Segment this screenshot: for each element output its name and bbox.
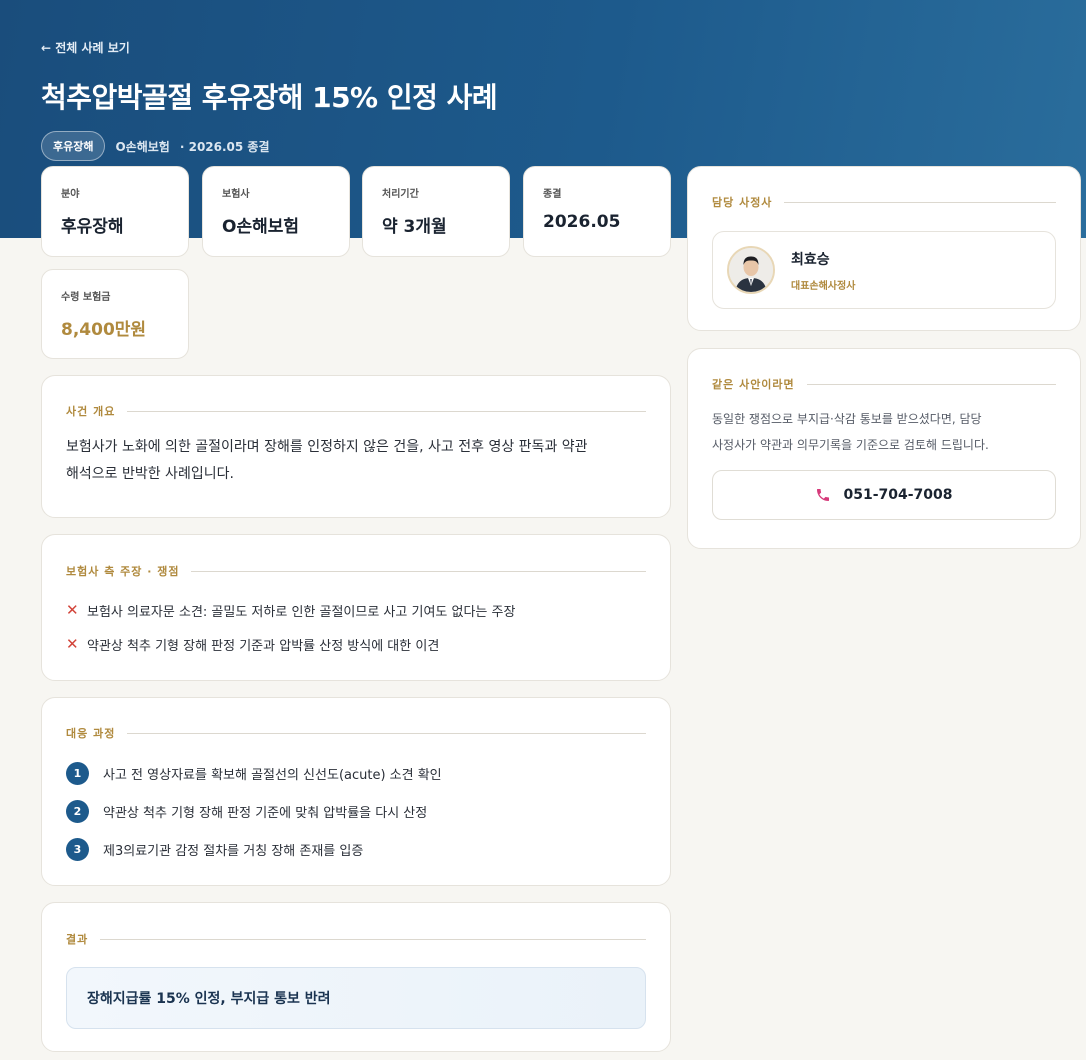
stat-label: 분야 — [61, 189, 80, 200]
contact-card: 같은 사안이라면 동일한 쟁점으로 부지급·삭감 통보를 받으셨다면, 담당 사… — [687, 348, 1081, 549]
claims-list: ✕ 보험사 의료자문 소견: 골밀도 저하로 인한 골절이므로 사고 기여도 없… — [66, 593, 646, 661]
person-icon — [729, 248, 773, 292]
phone-call-button[interactable]: 051-704-7008 — [712, 470, 1056, 520]
section-heading: 사건 개요 — [66, 403, 646, 419]
step-text: 약관상 척추 기형 장해 판정 기준에 맞춰 압박률을 다시 산정 — [103, 805, 428, 821]
stat-value: 약 3개월 — [382, 217, 447, 237]
section-divider — [127, 410, 646, 412]
claim-text: 보험사 의료자문 소견: 골밀도 저하로 인한 골절이므로 사고 기여도 없다는… — [87, 604, 516, 620]
section-label: 결과 — [66, 933, 89, 946]
category-badge: 후유장해 — [41, 131, 106, 161]
section-divider — [784, 201, 1056, 203]
insurer-claims-card: 보험사 측 주장 · 쟁점 ✕ 보험사 의료자문 소견: 골밀도 저하로 인한 … — [41, 534, 671, 681]
section-heading: 담당 사정사 — [712, 194, 1056, 210]
result-card: 결과 장해지급률 15% 인정, 부지급 통보 반려 — [41, 902, 671, 1052]
agent-name: 최효승 — [791, 251, 830, 268]
section-divider — [191, 570, 646, 572]
agent-card: 담당 사정사 최효승 대표손해사정사 — [687, 166, 1081, 331]
insurer-meta: O손해보험 — [115, 139, 170, 154]
overview-line: 해석으로 반박한 사례입니다. — [66, 466, 234, 482]
step-text: 사고 전 영상자료를 확보해 골절선의 신선도(acute) 소견 확인 — [103, 767, 442, 783]
stat-value: 8,400만원 — [61, 320, 147, 340]
section-heading: 대응 과정 — [66, 725, 646, 741]
back-to-cases-link[interactable]: ← 전체 사례 보기 — [41, 39, 130, 56]
contact-desc-line: 동일한 쟁점으로 부지급·삭감 통보를 받으셨다면, 담당 — [712, 412, 982, 426]
contact-description: 동일한 쟁점으로 부지급·삭감 통보를 받으셨다면, 담당 사정사가 약관과 의… — [712, 406, 1056, 458]
phone-number: 051-704-7008 — [843, 487, 953, 503]
section-heading: 결과 — [66, 931, 646, 947]
meta-row: 후유장해 O손해보험 · 2026.05 종결 — [41, 131, 270, 161]
section-heading: 같은 사안이라면 — [712, 376, 1056, 392]
section-heading: 보험사 측 주장 · 쟁점 — [66, 563, 646, 579]
stat-value: 2026.05 — [543, 212, 621, 232]
list-item: ✕ 보험사 의료자문 소견: 골밀도 저하로 인한 골절이므로 사고 기여도 없… — [66, 593, 646, 627]
stat-label: 보험사 — [222, 189, 250, 200]
contact-desc-line: 사정사가 약관과 의무기록을 기준으로 검토해 드립니다. — [712, 438, 989, 452]
section-divider — [100, 938, 646, 940]
stat-card-field: 분야 후유장해 — [41, 166, 189, 257]
phone-icon — [817, 489, 830, 501]
result-box: 장해지급률 15% 인정, 부지급 통보 반려 — [66, 967, 646, 1029]
stat-card-payout: 수령 보험금 8,400만원 — [41, 269, 189, 359]
stat-value: 후유장해 — [61, 217, 124, 237]
stat-label: 수령 보험금 — [61, 292, 111, 303]
step-text: 제3의료기관 감정 절차를 거칭 장해 존재를 입증 — [103, 843, 364, 859]
stat-card-closed: 종결 2026.05 — [523, 166, 671, 257]
x-icon: ✕ — [66, 635, 79, 653]
agent-info: 최효승 대표손해사정사 — [791, 249, 855, 292]
process-step: 3 제3의료기관 감정 절차를 거칭 장해 존재를 입증 — [66, 830, 646, 868]
process-card: 대응 과정 1 사고 전 영상자료를 확보해 골절선의 신선도(acute) 소… — [41, 697, 671, 886]
overview-text: 보험사가 노화에 의한 골절이라며 장해를 인정하지 않은 건을, 사고 전후 … — [66, 434, 646, 488]
process-step: 1 사고 전 영상자료를 확보해 골절선의 신선도(acute) 소견 확인 — [66, 754, 646, 792]
section-label: 같은 사안이라면 — [712, 378, 795, 391]
section-label: 보험사 측 주장 · 쟁점 — [66, 565, 180, 578]
list-item: ✕ 약관상 척추 기형 장해 판정 기준과 압박률 산정 방식에 대한 이견 — [66, 627, 646, 661]
section-label: 담당 사정사 — [712, 196, 773, 209]
process-step: 2 약관상 척추 기형 장해 판정 기준에 맞춰 압박률을 다시 산정 — [66, 792, 646, 830]
agent-role: 대표손해사정사 — [791, 280, 856, 292]
overview-line: 보험사가 노화에 의한 골절이라며 장해를 인정하지 않은 건을, 사고 전후 … — [66, 439, 588, 455]
stat-value: O손해보험 — [222, 217, 300, 237]
closed-meta: · 2026.05 종결 — [179, 139, 270, 154]
step-number: 3 — [66, 837, 89, 861]
step-number: 1 — [66, 761, 89, 785]
section-divider — [806, 383, 1056, 385]
section-label: 대응 과정 — [66, 727, 116, 740]
stat-card-duration: 처리기간 약 3개월 — [362, 166, 510, 257]
claim-text: 약관상 척추 기형 장해 판정 기준과 압박률 산정 방식에 대한 이견 — [87, 638, 440, 654]
step-number: 2 — [66, 799, 89, 823]
page-title: 척추압박골절 후유장해 15% 인정 사례 — [41, 81, 498, 114]
stat-label: 처리기간 — [382, 189, 419, 200]
avatar — [727, 246, 775, 294]
stat-card-insurer: 보험사 O손해보험 — [202, 166, 350, 257]
overview-card: 사건 개요 보험사가 노화에 의한 골절이라며 장해를 인정하지 않은 건을, … — [41, 375, 671, 518]
x-icon: ✕ — [66, 601, 79, 619]
agent-profile[interactable]: 최효승 대표손해사정사 — [712, 231, 1056, 309]
section-label: 사건 개요 — [66, 405, 116, 418]
process-steps: 1 사고 전 영상자료를 확보해 골절선의 신선도(acute) 소견 확인 2… — [66, 754, 646, 868]
section-divider — [127, 732, 646, 734]
stat-label: 종결 — [543, 189, 562, 200]
